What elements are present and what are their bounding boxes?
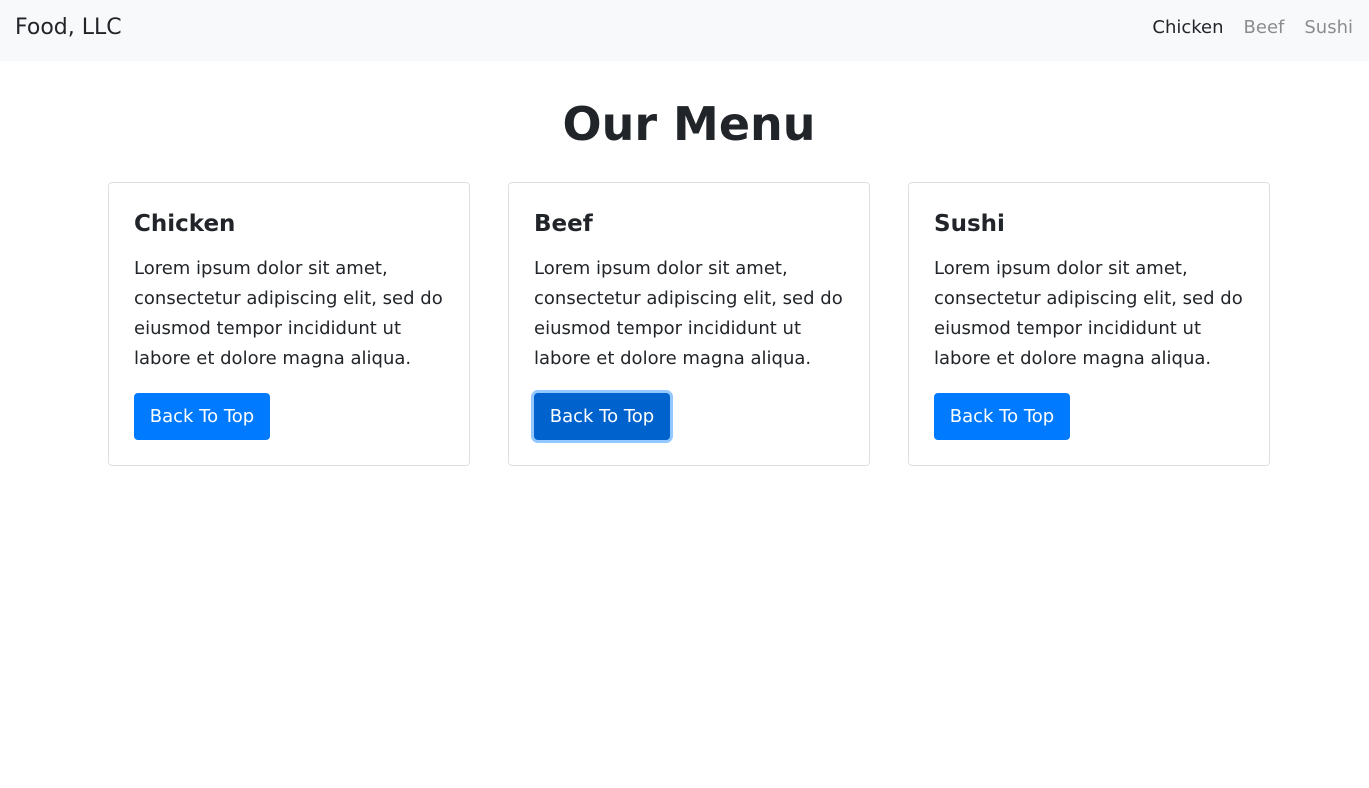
card-title: Sushi [934,211,1005,237]
brand-link[interactable]: Food, LLC [15,14,122,42]
navbar: Food, LLC Chicken Beef Sushi [0,0,1369,61]
nav-link-beef[interactable]: Beef [1244,16,1285,40]
nav-link-chicken[interactable]: Chicken [1152,16,1223,40]
nav-links: Chicken Beef Sushi [1152,16,1353,40]
card-title: Chicken [134,211,236,237]
back-to-top-button[interactable]: Back To Top [134,393,270,440]
menu-card-sushi: Sushi Lorem ipsum dolor sit amet, consec… [908,182,1270,466]
back-to-top-button[interactable]: Back To Top [934,393,1070,440]
card-text: Lorem ipsum dolor sit amet, consectetur … [134,258,443,369]
card-text: Lorem ipsum dolor sit amet, consectetur … [534,258,843,369]
card-title: Beef [534,211,593,237]
card-text: Lorem ipsum dolor sit amet, consectetur … [934,258,1243,369]
menu-card-chicken: Chicken Lorem ipsum dolor sit amet, cons… [108,182,470,466]
menu-card-beef: Beef Lorem ipsum dolor sit amet, consect… [508,182,870,466]
page-title: Our Menu [562,97,816,151]
back-to-top-button[interactable]: Back To Top [534,393,670,440]
nav-link-sushi[interactable]: Sushi [1304,16,1353,40]
